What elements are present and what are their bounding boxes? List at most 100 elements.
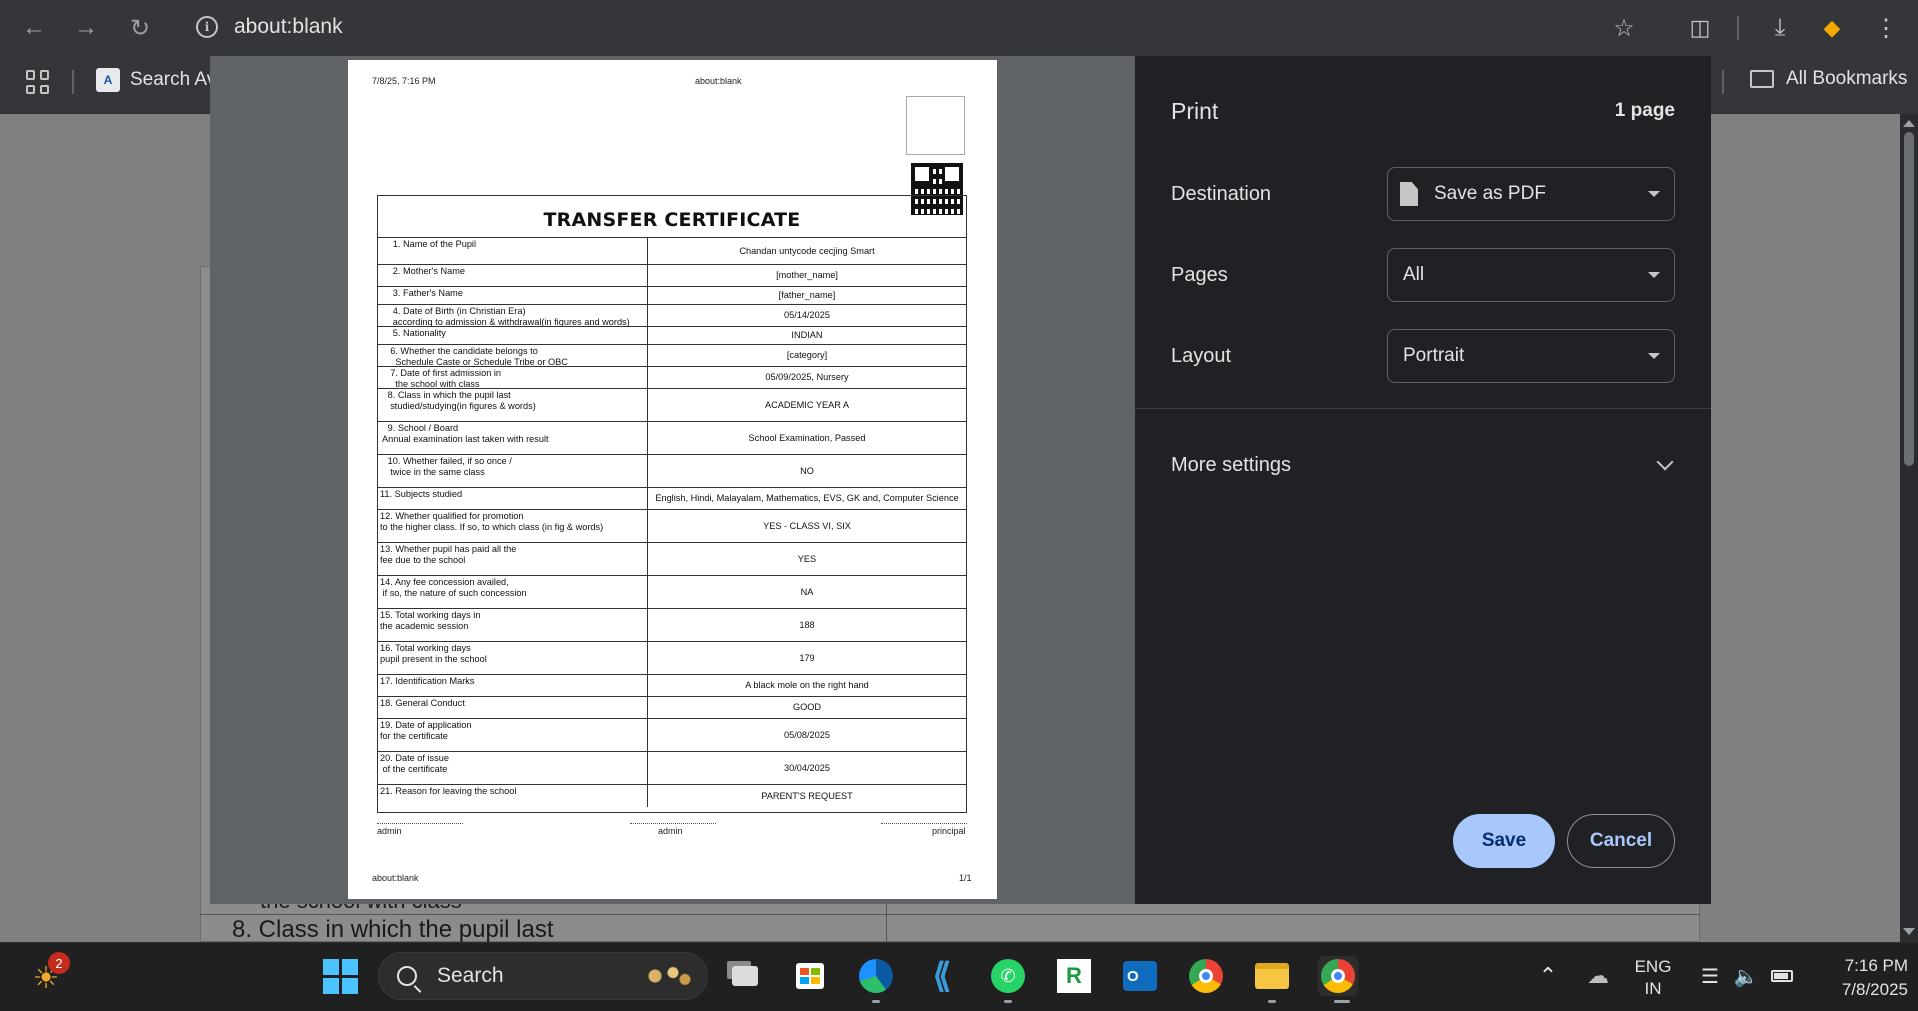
- preview-footer-url: about:blank: [372, 873, 419, 883]
- system-clock[interactable]: 7:16 PM 7/8/2025: [1806, 954, 1908, 1002]
- table-row: 14. Any fee concession availed, if so, t…: [378, 576, 966, 609]
- bookmark-favicon: A: [96, 68, 120, 92]
- cancel-button[interactable]: Cancel: [1567, 814, 1675, 868]
- forward-arrow-icon[interactable]: →: [68, 10, 104, 46]
- table-row: 8. Class in which the pupil last studied…: [378, 389, 966, 422]
- onedrive-cloud-icon[interactable]: ☁: [1578, 956, 1618, 996]
- table-row: 13. Whether pupil has paid all the fee d…: [378, 543, 966, 576]
- outlook-icon[interactable]: O: [1120, 956, 1160, 996]
- signature-principal: principal: [932, 826, 966, 836]
- pages-value: All: [1403, 264, 1425, 285]
- row-label: 9. School / Board Annual examination las…: [378, 422, 648, 454]
- bookmark-search-ava[interactable]: A Search Ava: [96, 68, 227, 92]
- row-label: 14. Any fee concession availed, if so, t…: [378, 576, 648, 608]
- volume-icon[interactable]: 🔈: [1726, 956, 1766, 996]
- table-row: 17. Identification Marks A black mole on …: [378, 675, 966, 697]
- chrome-active-icon[interactable]: [1318, 956, 1358, 996]
- row-value: A black mole on the right hand: [745, 680, 869, 690]
- chevron-down-icon[interactable]: [1656, 453, 1674, 471]
- pages-select[interactable]: All: [1387, 248, 1675, 302]
- edge-browser-icon[interactable]: [856, 956, 896, 996]
- table-row: 15. Total working days in the academic s…: [378, 609, 966, 642]
- destination-value: Save as PDF: [1434, 183, 1546, 204]
- row-label: 8. Class in which the pupil last studied…: [378, 389, 648, 421]
- language-code: ENG: [1634, 957, 1672, 976]
- row-label: 20. Date of issue of the certificate: [378, 752, 648, 784]
- scrollbar-thumb[interactable]: [1904, 132, 1914, 466]
- table-row: 5. Nationality INDIAN: [378, 327, 966, 345]
- save-button[interactable]: Save: [1453, 814, 1555, 868]
- battery-icon[interactable]: [1762, 956, 1802, 996]
- print-settings-panel: Print 1 page Destination Save as PDF Pag…: [1135, 56, 1711, 904]
- table-row: 21. Reason for leaving the school PARENT'…: [378, 785, 966, 807]
- active-indicator: [1334, 1000, 1350, 1003]
- more-settings-toggle[interactable]: More settings: [1171, 454, 1291, 477]
- chrome-icon[interactable]: [1186, 956, 1226, 996]
- bookmarks-separator-right: [1722, 70, 1724, 94]
- row-label: 13. Whether pupil has paid all the fee d…: [378, 543, 648, 575]
- address-bar[interactable]: i about:blank: [180, 6, 1620, 48]
- layout-select[interactable]: Portrait: [1387, 329, 1675, 383]
- table-row: 18. General Conduct GOOD: [378, 697, 966, 719]
- signature-line: [377, 823, 463, 824]
- language-indicator[interactable]: ENG IN: [1628, 956, 1678, 1000]
- taskbar-search[interactable]: Search: [378, 952, 708, 1000]
- panel-divider: [1135, 408, 1711, 409]
- running-indicator: [1268, 1000, 1276, 1003]
- row-label: 3. Father's Name: [378, 287, 648, 304]
- row-label: 21. Reason for leaving the school: [378, 785, 648, 807]
- windows-start-icon[interactable]: [320, 956, 360, 996]
- wifi-icon[interactable]: ☰: [1690, 956, 1730, 996]
- back-arrow-icon[interactable]: ←: [16, 10, 52, 46]
- bookmark-star-icon[interactable]: ☆: [1606, 10, 1642, 46]
- address-bar-url[interactable]: about:blank: [234, 15, 343, 39]
- row-value: GOOD: [792, 702, 822, 712]
- page-count: 1 page: [1614, 100, 1675, 121]
- apps-grid-icon[interactable]: [26, 70, 50, 94]
- row-value: 179: [799, 652, 815, 663]
- reload-icon[interactable]: ↻: [122, 10, 158, 46]
- school-logo-placeholder: [906, 96, 965, 155]
- row-label: 4. Date of Birth (in Christian Era) acco…: [378, 305, 648, 326]
- row-value: Chandan untycode cecjing Smart: [739, 245, 875, 256]
- scroll-up-icon[interactable]: [1903, 120, 1915, 127]
- row-value: INDIAN: [791, 330, 823, 340]
- certificate-rows: 1. Name of the Pupil Chandan untycode cec…: [378, 238, 966, 807]
- vscode-icon[interactable]: ⟪: [922, 956, 962, 996]
- row-value: PARENT'S REQUEST: [761, 790, 853, 801]
- extensions-icon[interactable]: ◫: [1682, 10, 1718, 46]
- app-r-icon[interactable]: R: [1054, 956, 1094, 996]
- row-value: 05/08/2025: [784, 729, 830, 740]
- taskbar-search-label: Search: [437, 964, 504, 987]
- row-label: 16. Total working days pupil present in …: [378, 642, 648, 674]
- table-row: 4. Date of Birth (in Christian Era) acco…: [378, 305, 966, 327]
- row-value: 05/14/2025: [784, 310, 830, 320]
- dropdown-caret-icon: [1648, 353, 1660, 359]
- pages-label: Pages: [1171, 264, 1228, 286]
- table-row: 19. Date of application for the certific…: [378, 719, 966, 752]
- row-label: 5. Nationality: [378, 327, 648, 344]
- row-value: [mother_name]: [776, 270, 838, 280]
- destination-select[interactable]: Save as PDF: [1387, 167, 1675, 221]
- whatsapp-icon[interactable]: ✆: [988, 956, 1028, 996]
- extension-logo-icon[interactable]: ◆: [1814, 10, 1850, 46]
- row-label: 10. Whether failed, if so once / twice i…: [378, 455, 648, 487]
- microsoft-store-icon[interactable]: [790, 956, 830, 996]
- file-explorer-icon[interactable]: [1252, 956, 1292, 996]
- table-row: 6. Whether the candidate belongs to Sche…: [378, 345, 966, 367]
- row-value: English, Hindi, Malayalam, Mathematics, …: [655, 493, 959, 503]
- table-row: 11. Subjects studied English, Hindi, Mala…: [378, 488, 966, 510]
- table-row: 10. Whether failed, if so once / twice i…: [378, 455, 966, 488]
- all-bookmarks-button[interactable]: All Bookmarks: [1750, 68, 1907, 90]
- task-view-icon[interactable]: [725, 956, 765, 996]
- row-label: 7. Date of first admission in the school…: [378, 367, 648, 388]
- browser-toolbar: ← → ↻ i about:blank ☆ ◫ ⤓ ◆ ⋮: [0, 0, 1918, 56]
- scroll-down-icon[interactable]: [1903, 928, 1915, 935]
- search-highlight-image: [637, 959, 697, 993]
- site-info-icon[interactable]: i: [196, 16, 218, 38]
- running-indicator: [872, 1000, 880, 1003]
- row-label: 18. General Conduct: [378, 697, 648, 718]
- menu-kebab-icon[interactable]: ⋮: [1868, 10, 1904, 46]
- tray-overflow-chevron-icon[interactable]: ⌃: [1528, 956, 1568, 996]
- download-icon[interactable]: ⤓: [1762, 10, 1798, 46]
